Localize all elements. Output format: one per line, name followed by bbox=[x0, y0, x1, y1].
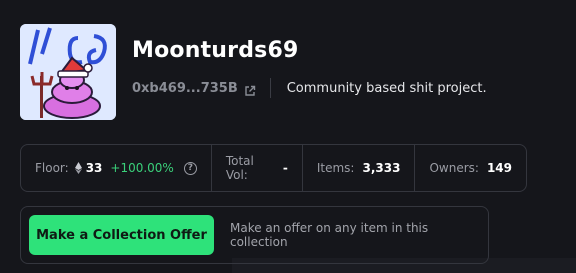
total-vol-value: - bbox=[282, 161, 288, 175]
collection-title: Moonturds69 bbox=[132, 38, 299, 63]
collection-meta-row: 0xb469...735B Community based shit proje… bbox=[132, 78, 487, 98]
stat-floor: Floor: 33 +100.00% ? bbox=[21, 145, 212, 191]
floor-label: Floor: bbox=[35, 161, 69, 175]
collection-offer-panel: Make a Collection Offer Make an offer on… bbox=[20, 206, 489, 264]
stat-items: Items: 3,333 bbox=[303, 145, 416, 191]
external-link-icon[interactable] bbox=[244, 82, 256, 96]
meta-divider bbox=[269, 78, 271, 98]
owners-value: 149 bbox=[486, 161, 512, 175]
collection-stats-bar: Floor: 33 +100.00% ? Total Vol: - Items:… bbox=[20, 144, 527, 192]
stat-total-volume: Total Vol: - bbox=[212, 145, 303, 191]
ethereum-icon bbox=[74, 162, 82, 174]
collection-avatar bbox=[20, 24, 116, 120]
owners-label: Owners: bbox=[429, 161, 479, 175]
floor-value: 33 bbox=[85, 161, 103, 175]
items-value: 3,333 bbox=[362, 161, 401, 175]
make-collection-offer-button[interactable]: Make a Collection Offer bbox=[29, 215, 214, 255]
collection-description: Community based shit project. bbox=[286, 80, 487, 96]
total-vol-label: Total Vol: bbox=[225, 154, 254, 182]
items-label: Items: bbox=[316, 161, 355, 175]
stat-owners: Owners: 149 bbox=[415, 145, 526, 191]
contract-address[interactable]: 0xb469...735B bbox=[132, 81, 238, 96]
offer-hint-text: Make an offer on any item in this collec… bbox=[229, 221, 429, 249]
help-icon[interactable]: ? bbox=[183, 161, 197, 175]
floor-change: +100.00% bbox=[110, 161, 174, 175]
